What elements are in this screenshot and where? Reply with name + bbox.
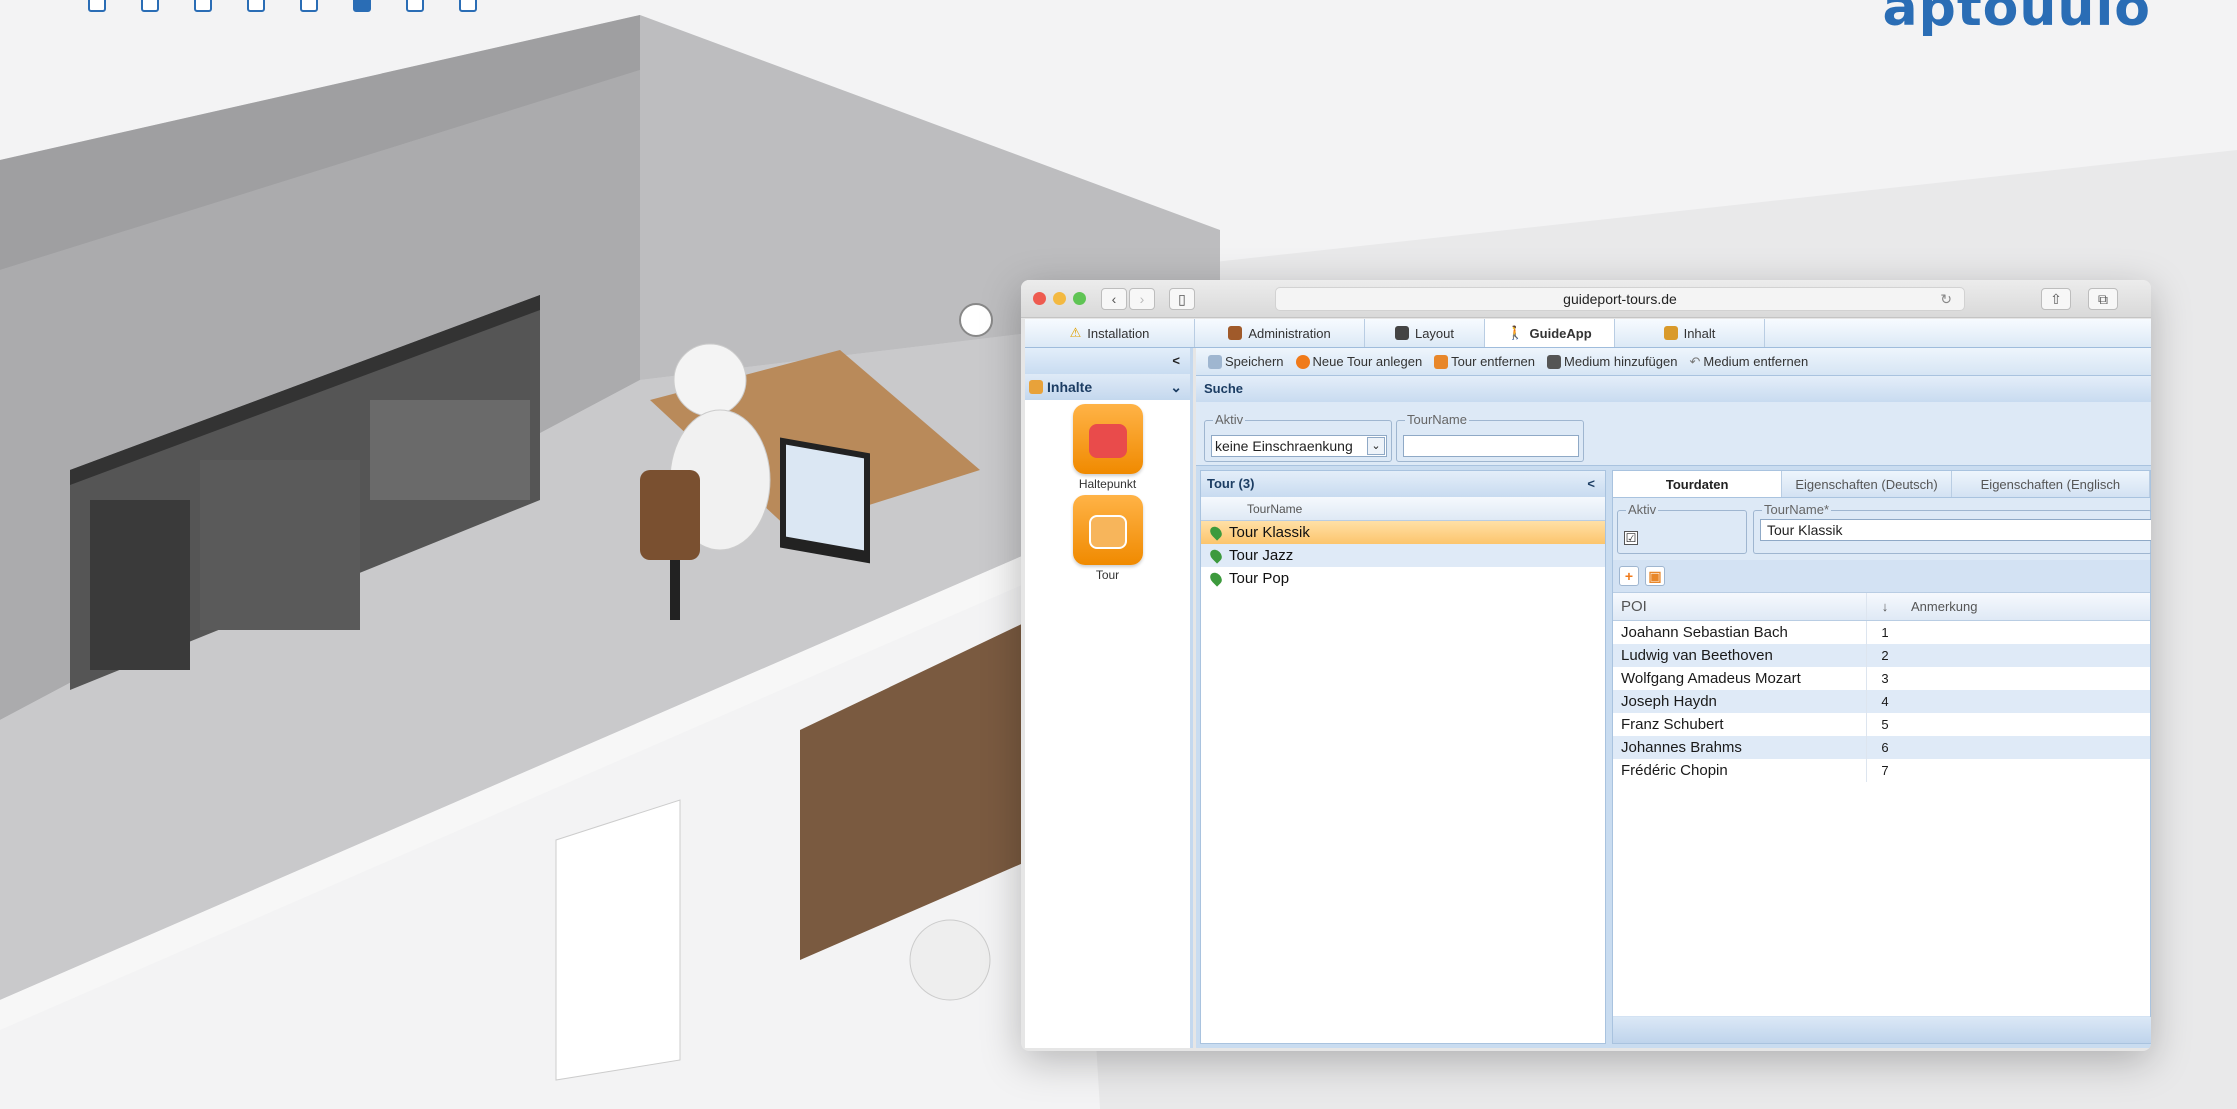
back-icon[interactable]: ‹	[1101, 288, 1127, 310]
aktiv-filter-group: Aktiv keine Einschraenkung ⌄	[1204, 412, 1392, 462]
tour-row[interactable]: Tour Pop	[1201, 567, 1605, 590]
tab-inhalt[interactable]: Inhalt	[1615, 319, 1765, 347]
warning-icon: ⚠	[1069, 325, 1082, 340]
remove-media-button[interactable]: ↶ Medium entfernen	[1689, 354, 1808, 370]
map-pin-icon	[1207, 570, 1225, 587]
tab-tourdaten[interactable]: Tourdaten	[1613, 471, 1783, 497]
tab-eigenschaften-englisch[interactable]: Eigenschaften (Englisch	[1952, 471, 2151, 497]
search-panel: Aktiv keine Einschraenkung ⌄ TourName	[1196, 402, 2151, 466]
tourname-field[interactable]: Tour Klassik	[1760, 519, 2151, 541]
haltepunkt-icon	[1072, 404, 1143, 474]
progress-dot[interactable]	[300, 0, 318, 12]
add-poi-icon[interactable]: +	[1619, 566, 1639, 586]
table-row[interactable]: Wolfgang Amadeus Mozart 3	[1613, 667, 2150, 690]
tabs-overview-icon[interactable]: ⧉	[2088, 288, 2118, 310]
add-media-button[interactable]: Medium hinzufügen	[1547, 354, 1677, 369]
chevron-down-icon: ⌄	[1170, 379, 1182, 395]
tab-installation[interactable]: ⚠ Installation	[1025, 319, 1195, 347]
trash-icon	[1434, 354, 1449, 369]
aktiv-filter-select[interactable]: keine Einschraenkung ⌄	[1211, 435, 1387, 457]
delete-poi-icon[interactable]: ▣	[1645, 566, 1665, 586]
column-header-anmerkung[interactable]: Anmerkung	[1903, 593, 2150, 620]
folder-icon	[1029, 380, 1043, 394]
detail-tab-bar: Tourdaten Eigenschaften (Deutsch) Eigens…	[1613, 471, 2151, 498]
collapse-icon[interactable]: <	[1587, 471, 1595, 497]
search-title: Suche	[1196, 376, 2151, 402]
zoom-window-icon[interactable]	[1073, 292, 1086, 305]
save-icon	[1208, 354, 1222, 369]
aktiv-checkbox[interactable]: ☑	[1624, 531, 1638, 545]
tour-detail-panel: Tourdaten Eigenschaften (Deutsch) Eigens…	[1612, 470, 2151, 1044]
table-row[interactable]: Joseph Haydn 4	[1613, 690, 2150, 713]
tour-map-icon	[1072, 495, 1143, 565]
poi-table-header: POI ↓ Anmerkung	[1613, 592, 2150, 621]
reload-icon[interactable]: ↻	[1940, 288, 1952, 310]
tour-row[interactable]: Tour Jazz	[1201, 544, 1605, 567]
tour-list-panel: Tour (3) < TourName Tour Klassik Tour Ja…	[1200, 470, 1606, 1044]
tourname-filter-group: TourName	[1396, 412, 1584, 462]
progress-dot[interactable]	[459, 0, 477, 12]
wall-clock	[959, 303, 993, 337]
progress-dot-active[interactable]	[353, 0, 371, 12]
layout-icon	[1394, 326, 1409, 340]
poi-table-body: Joahann Sebastian Bach 1 Ludwig van Beeth…	[1613, 621, 2150, 1016]
table-row[interactable]: Franz Schubert 5	[1613, 713, 2150, 736]
column-header-poi[interactable]: POI	[1613, 593, 1867, 620]
tab-eigenschaften-deutsch[interactable]: Eigenschaften (Deutsch)	[1782, 471, 1952, 497]
tourname-group: TourName* Tour Klassik	[1753, 502, 2151, 554]
sidebar-item-haltepunkt[interactable]: Haltepunkt	[1025, 404, 1190, 491]
map-pin-icon	[1207, 524, 1225, 541]
progress-dot[interactable]	[88, 0, 106, 12]
forward-icon[interactable]: ›	[1129, 288, 1155, 310]
tour-list-header: Tour (3) <	[1201, 471, 1605, 497]
url-text: guideport-tours.de	[1563, 291, 1677, 307]
guideapp-icon: 🚶	[1507, 325, 1524, 340]
sidebar-toggle-icon[interactable]: ▯	[1169, 288, 1195, 310]
share-icon[interactable]: ⇧	[2041, 288, 2071, 310]
browser-titlebar: ‹ › ▯ guideport-tours.de ↻ ⇧ ⧉	[1021, 280, 2151, 318]
save-button[interactable]: Speichern	[1208, 354, 1284, 369]
poi-toolbar: + ▣	[1613, 560, 2150, 592]
table-row[interactable]: Johannes Brahms 6	[1613, 736, 2150, 759]
detail-statusbar	[1613, 1017, 2151, 1043]
sidebar-collapse-button[interactable]: <	[1025, 348, 1190, 374]
progress-dot[interactable]	[141, 0, 159, 12]
progress-dot[interactable]	[194, 0, 212, 12]
brand-logo: aptouuio	[1882, 0, 2151, 38]
column-header-tourname[interactable]: TourName	[1201, 497, 1605, 521]
chevron-down-icon[interactable]: ⌄	[1367, 437, 1385, 455]
tour-row[interactable]: Tour Klassik	[1201, 521, 1605, 544]
inhalt-icon	[1663, 326, 1678, 340]
table-row[interactable]: Frédéric Chopin 7	[1613, 759, 2150, 782]
aktiv-group: Aktiv ☑	[1617, 502, 1747, 554]
sidebar-section-inhalte[interactable]: Inhalte ⌄	[1025, 374, 1190, 400]
table-row[interactable]: Ludwig van Beethoven 2	[1613, 644, 2150, 667]
admin-icon	[1228, 326, 1243, 340]
tab-administration[interactable]: Administration	[1195, 319, 1365, 347]
undo-icon: ↶	[1689, 353, 1701, 369]
sidebar-item-tour[interactable]: Tour	[1025, 495, 1190, 582]
progress-dots	[88, 0, 477, 12]
progress-dot[interactable]	[247, 0, 265, 12]
add-icon	[1295, 354, 1310, 369]
browser-window: ‹ › ▯ guideport-tours.de ↻ ⇧ ⧉ ⚠ Install…	[1021, 280, 2151, 1051]
close-window-icon[interactable]	[1033, 292, 1046, 305]
address-bar[interactable]: guideport-tours.de ↻	[1275, 287, 1965, 311]
main-panel: Speichern Neue Tour anlegen Tour entfern…	[1196, 348, 2151, 1048]
table-row[interactable]: Joahann Sebastian Bach 1	[1613, 621, 2150, 644]
tourname-search-input[interactable]	[1403, 435, 1579, 457]
tour-form: Aktiv ☑ TourName* Tour Klassik	[1613, 498, 2151, 560]
app-tab-bar: ⚠ Installation Administration Layout 🚶 G…	[1025, 319, 2151, 348]
remove-tour-button[interactable]: Tour entfernen	[1434, 354, 1535, 369]
new-tour-button[interactable]: Neue Tour anlegen	[1295, 354, 1422, 369]
content-sidebar: < Inhalte ⌄ Haltepunkt Tour	[1025, 348, 1193, 1048]
minimize-window-icon[interactable]	[1053, 292, 1066, 305]
media-icon	[1547, 354, 1562, 369]
tab-layout[interactable]: Layout	[1365, 319, 1485, 347]
column-header-order[interactable]: ↓	[1867, 593, 1903, 620]
action-toolbar: Speichern Neue Tour anlegen Tour entfern…	[1196, 348, 2151, 376]
tab-guideapp[interactable]: 🚶 GuideApp	[1485, 319, 1615, 347]
map-pin-icon	[1207, 547, 1225, 564]
progress-dot[interactable]	[406, 0, 424, 12]
